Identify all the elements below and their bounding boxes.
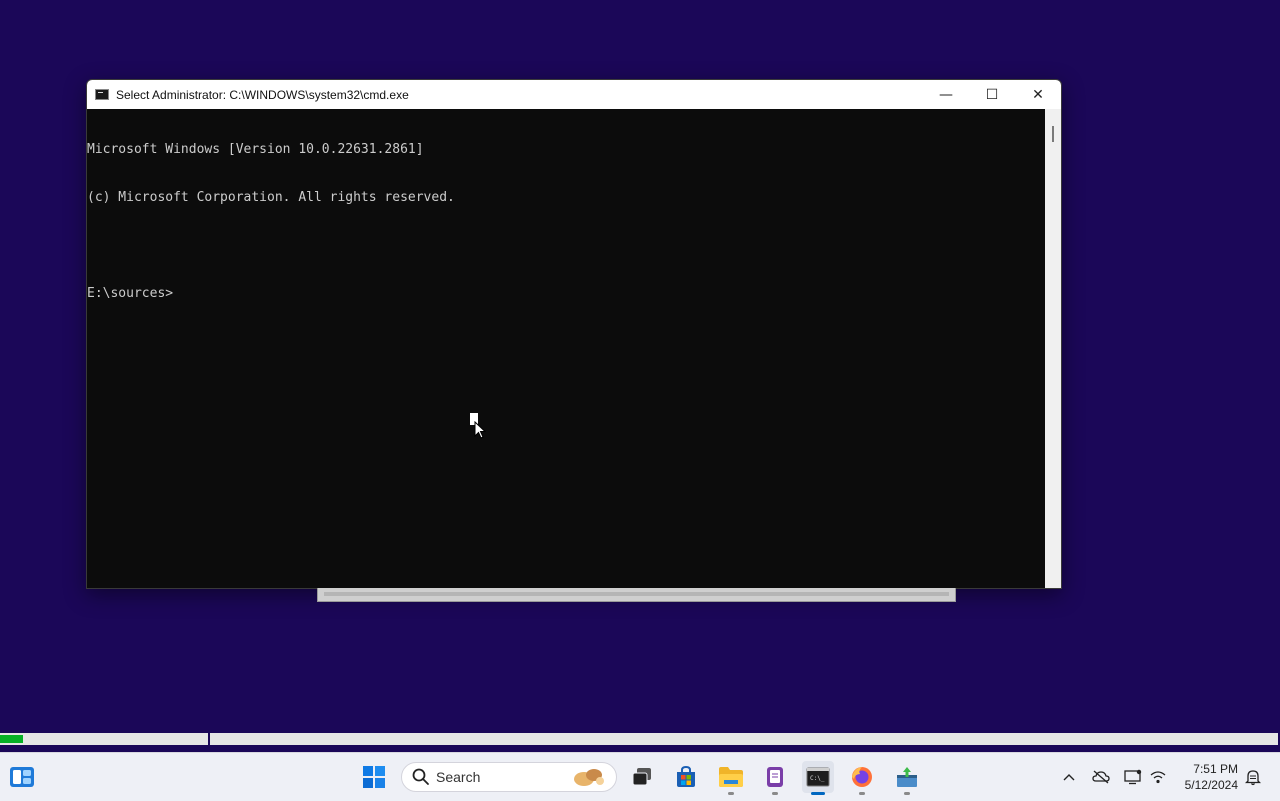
progress-bar (0, 733, 1280, 745)
start-icon (363, 766, 385, 788)
clock[interactable]: 7:51 PM 5/12/2024 (1178, 761, 1238, 793)
notepad-icon (767, 767, 783, 787)
search-placeholder: Search (436, 769, 481, 785)
clock-time: 7:51 PM (1193, 762, 1238, 776)
firefox-button[interactable] (846, 761, 878, 795)
running-indicator (728, 792, 734, 795)
console-output[interactable]: Microsoft Windows [Version 10.0.22631.28… (87, 109, 1046, 588)
chevron-up-icon (1063, 774, 1075, 781)
terminal-icon: C:\_ (806, 767, 830, 787)
horizontal-scrollbar[interactable] (317, 588, 956, 602)
vertical-scrollbar[interactable] (1045, 109, 1061, 588)
cmd-taskbar-button[interactable]: C:\_ (802, 761, 834, 795)
display-icon (1124, 769, 1142, 785)
notification-icon (1245, 770, 1261, 786)
running-indicator (904, 792, 910, 795)
network-button[interactable] (1148, 767, 1168, 787)
task-view-icon (632, 768, 651, 786)
progress-marker (208, 733, 210, 745)
file-explorer-icon (719, 767, 743, 787)
start-button[interactable] (358, 761, 390, 793)
minimize-button[interactable]: — (923, 80, 969, 109)
taskbar: Search C:\_ 7:51 PM 5/12/2024 (0, 752, 1280, 801)
show-hidden-icons-button[interactable] (1059, 767, 1079, 787)
console-line: (c) Microsoft Corporation. All rights re… (87, 190, 455, 205)
installer-icon (897, 767, 917, 787)
title-bar[interactable]: Select Administrator: C:\WINDOWS\system3… (87, 80, 1061, 109)
search-box[interactable]: Search (401, 762, 617, 792)
console-line: Microsoft Windows [Version 10.0.22631.28… (87, 142, 424, 157)
store-icon (677, 765, 695, 787)
svg-text:C:\_: C:\_ (810, 775, 825, 782)
cmd-icon (95, 89, 109, 100)
onedrive-button[interactable] (1091, 767, 1111, 787)
network-icon (1150, 771, 1166, 784)
firefox-icon (852, 767, 872, 787)
cmd-window[interactable]: Select Administrator: C:\WINDOWS\system3… (86, 79, 1062, 589)
console-prompt: E:\sources> (87, 286, 174, 301)
store-button[interactable] (670, 761, 702, 793)
display-button[interactable] (1123, 767, 1143, 787)
widgets-button[interactable] (6, 761, 38, 793)
active-indicator (811, 792, 825, 795)
notification-center-button[interactable] (1243, 767, 1263, 787)
clock-date: 5/12/2024 (1184, 778, 1238, 792)
notepad-button[interactable] (759, 761, 791, 795)
file-explorer-button[interactable] (715, 761, 747, 795)
onedrive-off-icon (1092, 770, 1110, 784)
task-view-button[interactable] (626, 761, 658, 793)
close-button[interactable]: ✕ (1015, 80, 1061, 109)
mouse-pointer-icon (474, 421, 486, 439)
maximize-button[interactable]: ☐ (969, 80, 1015, 109)
running-indicator (859, 792, 865, 795)
window-controls: — ☐ ✕ (923, 80, 1061, 109)
widgets-icon (10, 767, 34, 787)
installer-button[interactable] (891, 761, 923, 795)
search-highlight-icon (574, 769, 604, 786)
scroll-track[interactable] (324, 592, 949, 596)
scroll-thumb[interactable] (1052, 126, 1054, 142)
window-title: Select Administrator: C:\WINDOWS\system3… (116, 87, 409, 102)
running-indicator (772, 792, 778, 795)
progress-fill (0, 735, 24, 743)
search-icon (412, 768, 429, 785)
